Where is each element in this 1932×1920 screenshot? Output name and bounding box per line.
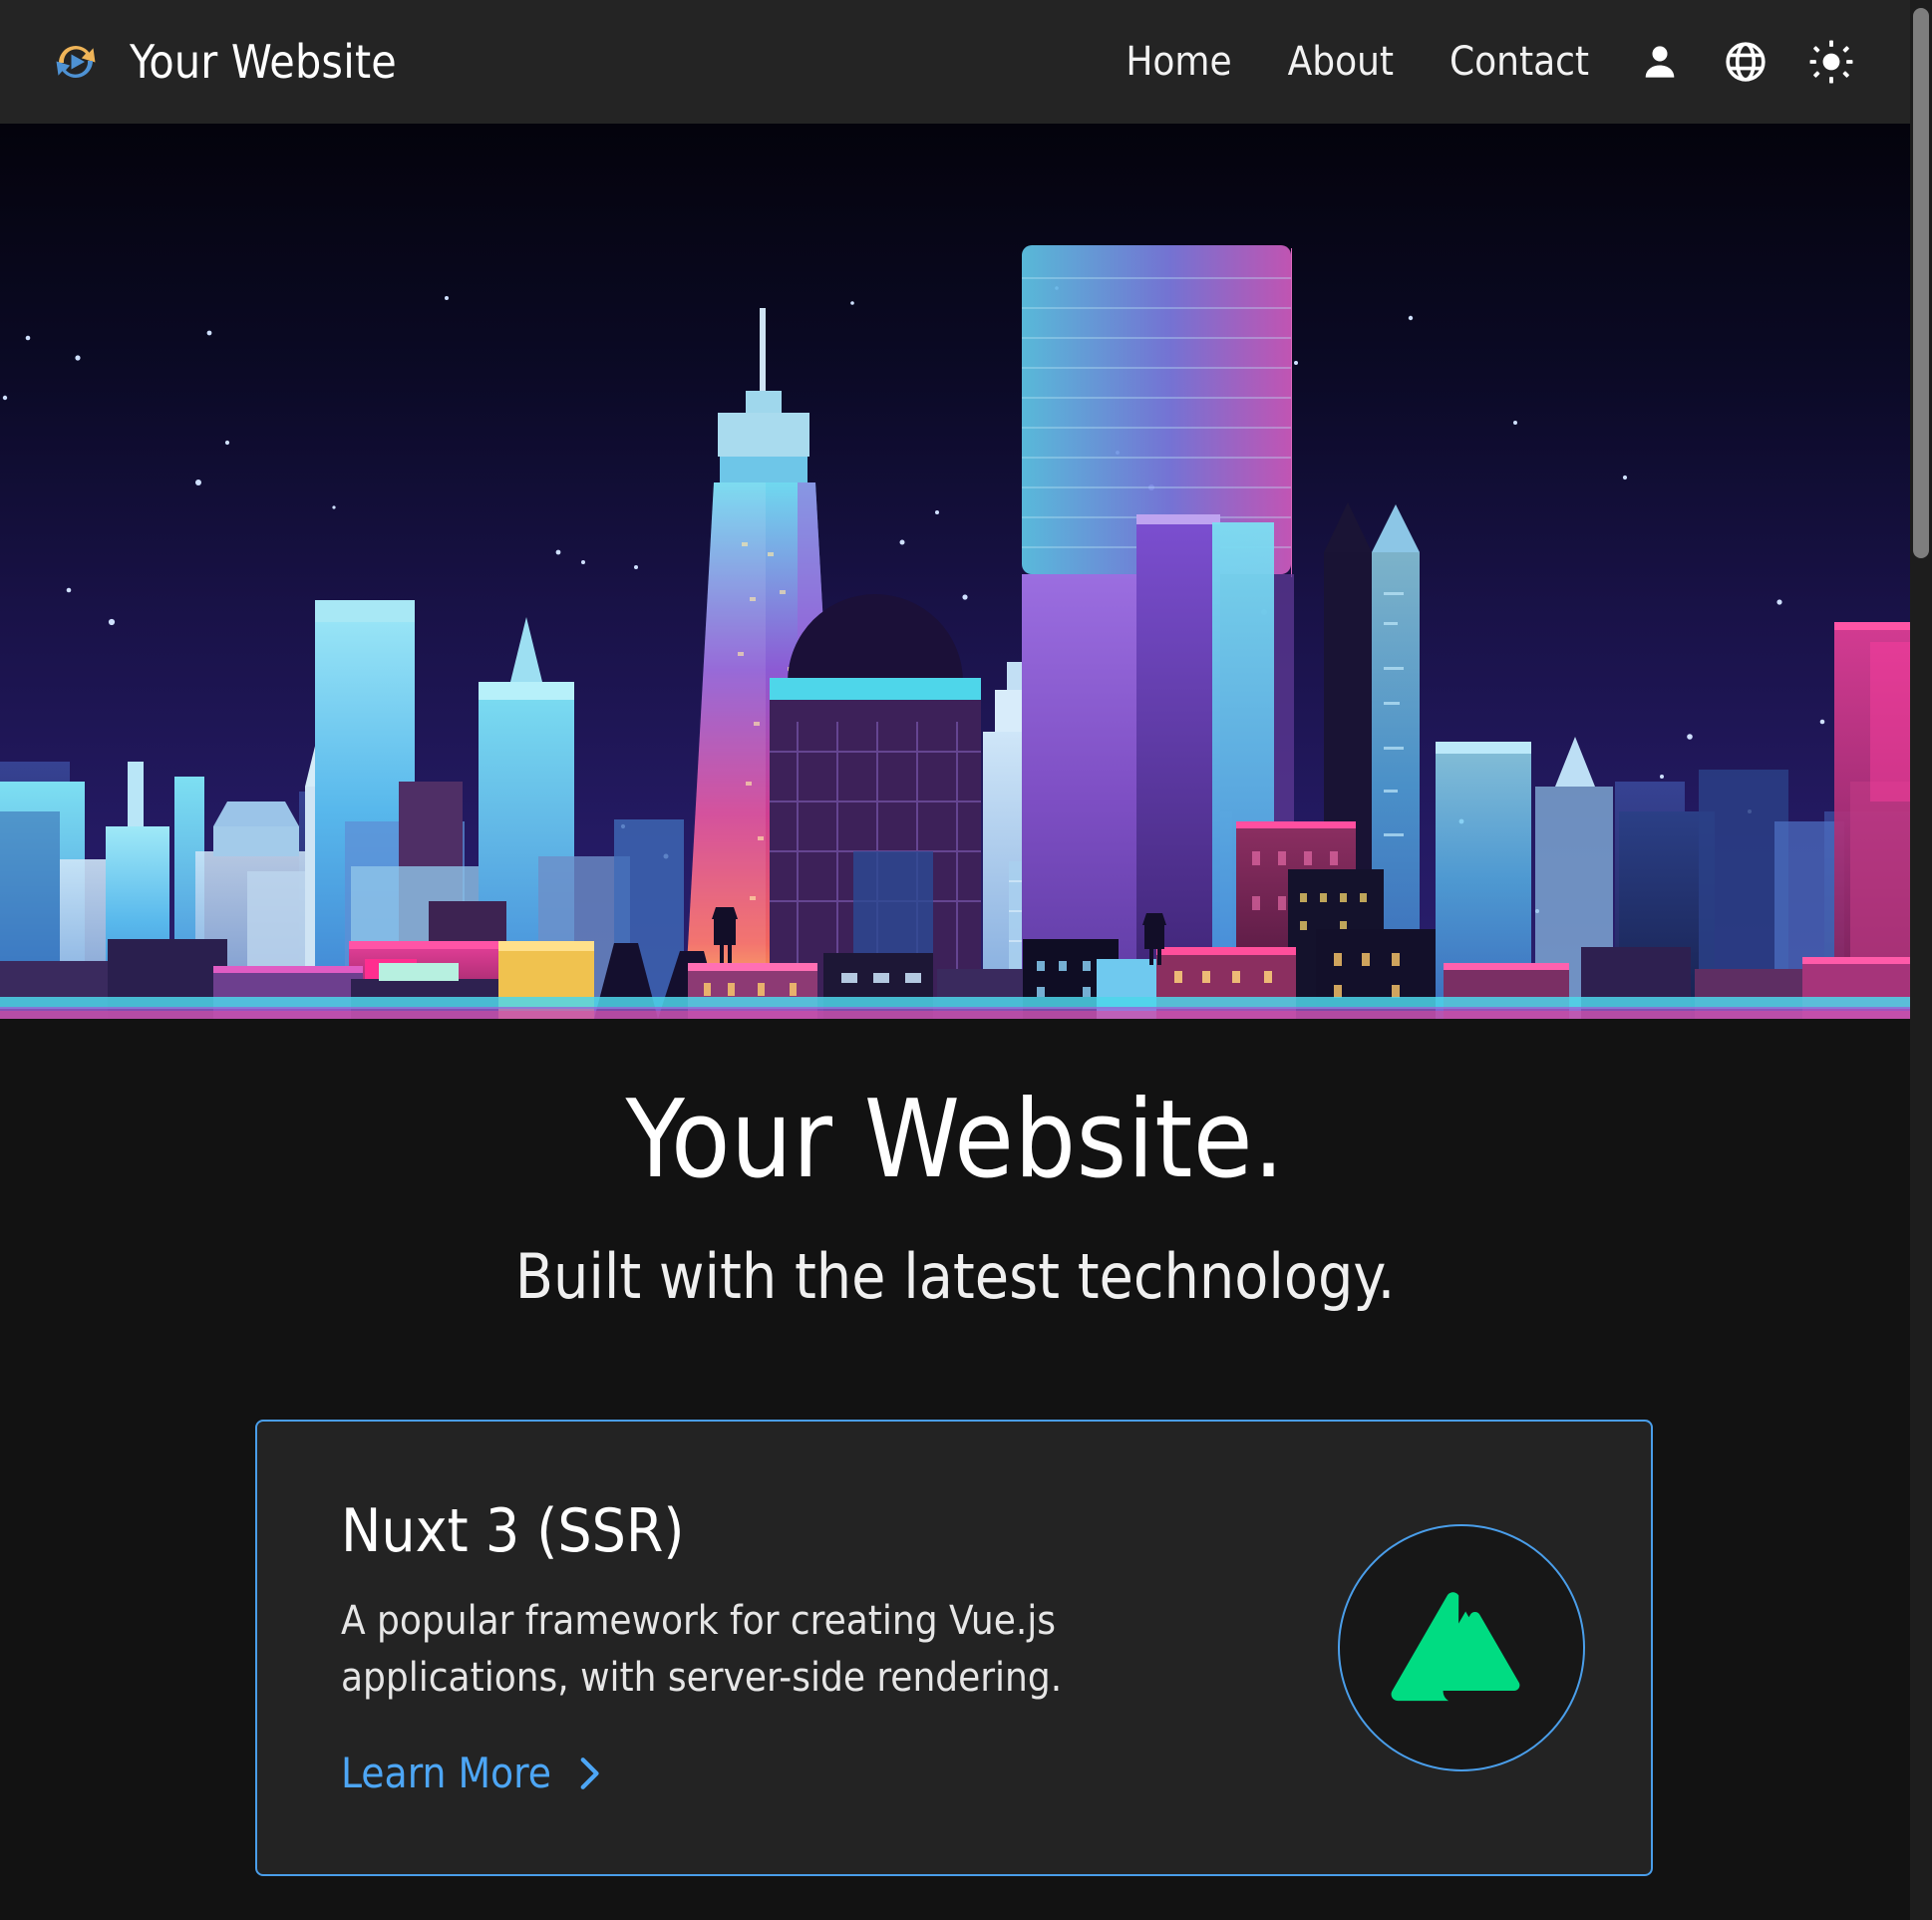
nav-link-contact[interactable]: Contact xyxy=(1422,42,1617,82)
page-subtitle: Built with the latest technology. xyxy=(514,1240,1396,1313)
chevron-right-icon xyxy=(573,1754,605,1793)
nuxt-mountain-icon xyxy=(1387,1592,1536,1704)
brand-title: Your Website xyxy=(130,35,397,89)
nav-link-about[interactable]: About xyxy=(1260,42,1422,82)
hero-cityscape-image xyxy=(0,124,1910,1019)
card-description: A popular framework for creating Vue.js … xyxy=(341,1598,1063,1701)
card-body: Nuxt 3 (SSR) A popular framework for cre… xyxy=(257,1501,1272,1794)
site-header: Your Website Home About Contact xyxy=(0,0,1910,124)
page-root: Your Website Home About Contact Your Web… xyxy=(0,0,1932,1920)
feature-card-nuxt[interactable]: Nuxt 3 (SSR) A popular framework for cre… xyxy=(255,1420,1653,1876)
theme-toggle-button[interactable] xyxy=(1788,19,1874,105)
learn-more-link[interactable]: Learn More xyxy=(341,1748,605,1797)
user-account-icon xyxy=(1638,40,1682,84)
vertical-scrollbar[interactable] xyxy=(1910,0,1932,1920)
card-title: Nuxt 3 (SSR) xyxy=(341,1496,685,1567)
card-media xyxy=(1272,1524,1651,1771)
page-title: Your Website. xyxy=(625,1078,1285,1202)
nuxt-logo-circle xyxy=(1338,1524,1585,1771)
sun-theme-icon xyxy=(1808,39,1854,85)
scrollbar-thumb[interactable] xyxy=(1913,8,1929,558)
learn-more-label: Learn More xyxy=(341,1748,552,1797)
nav-link-home[interactable]: Home xyxy=(1098,42,1259,82)
language-button[interactable] xyxy=(1703,19,1788,105)
brand[interactable]: Your Website xyxy=(48,34,397,90)
globe-language-icon xyxy=(1723,39,1769,85)
account-button[interactable] xyxy=(1617,19,1703,105)
main-navigation: Home About Contact xyxy=(1098,19,1910,105)
sync-play-logo-icon xyxy=(48,34,104,90)
